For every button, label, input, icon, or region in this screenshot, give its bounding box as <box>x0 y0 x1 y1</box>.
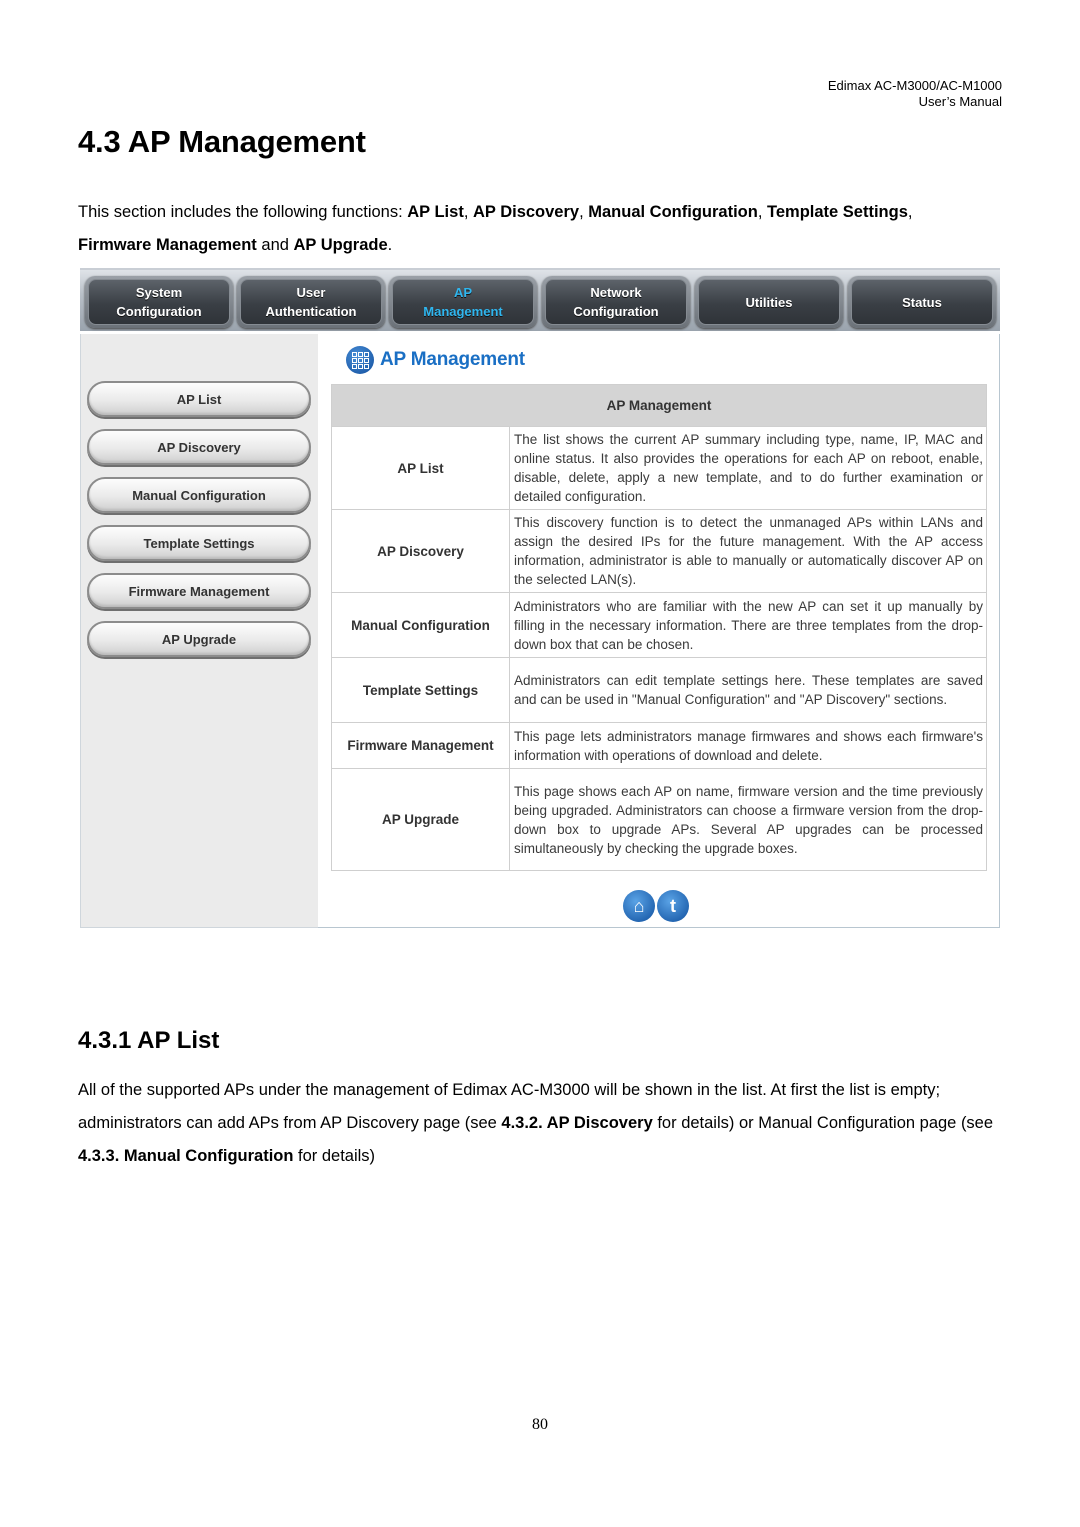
nav-network-configuration[interactable]: Network Configuration <box>542 276 690 328</box>
table-row: Template Settings Administrators can edit… <box>331 657 987 723</box>
table-row: Firmware Management This page lets admini… <box>331 722 987 769</box>
section-title: 4.3 AP Management <box>78 124 366 159</box>
subsection-paragraph: All of the supported APs under the manag… <box>78 1081 994 1165</box>
page-number: 80 <box>532 1416 548 1433</box>
grid-icon <box>346 346 374 374</box>
row-name: Manual Configuration <box>331 592 510 658</box>
row-desc: This page lets administrators manage fir… <box>509 722 987 769</box>
row-name: Firmware Management <box>331 722 510 769</box>
nav-system-configuration[interactable]: System Configuration <box>85 276 233 328</box>
home-icon[interactable]: ⌂ <box>623 890 655 922</box>
table-row: AP List The list shows the current AP sum… <box>331 426 987 510</box>
table-row: Manual Configuration Administrators who a… <box>331 592 987 658</box>
running-header: Edimax AC-M3000/AC-M1000 User’s Manual <box>828 78 1002 110</box>
row-name: AP List <box>331 426 510 510</box>
back-to-top-icon[interactable]: t <box>657 890 689 922</box>
row-desc: This discovery function is to detect the… <box>509 509 987 593</box>
nav-ap-management[interactable]: AP Management <box>389 276 537 328</box>
fn-ap-discovery: AP Discovery <box>472 203 580 221</box>
sidebar-item-ap-list[interactable]: AP List <box>87 381 311 417</box>
table-header: AP Management <box>331 384 987 427</box>
row-name: AP Upgrade <box>331 768 510 871</box>
ref-manual-configuration: 4.3.3. Manual Configuration <box>78 1147 294 1165</box>
sidebar-item-firmware-management[interactable]: Firmware Management <box>87 573 311 609</box>
sidebar-item-manual-configuration[interactable]: Manual Configuration <box>87 477 311 513</box>
section-intro: This section includes the following func… <box>78 203 913 254</box>
row-desc: The list shows the current AP summary in… <box>509 426 987 510</box>
pane-title: AP Management <box>346 346 525 374</box>
ap-management-screenshot: System Configuration User Authentication A… <box>80 268 1000 928</box>
fn-ap-upgrade: AP Upgrade <box>293 236 388 254</box>
sidebar-item-ap-upgrade[interactable]: AP Upgrade <box>87 621 311 657</box>
nav-status[interactable]: Status <box>848 276 996 328</box>
row-name: Template Settings <box>331 657 510 723</box>
row-desc: Administrators who are familiar with the… <box>509 592 987 658</box>
fn-manual-configuration: Manual Configuration <box>588 203 758 221</box>
header-product: Edimax AC-M3000/AC-M1000 <box>827 78 1002 93</box>
fn-ap-list: AP List <box>407 203 464 221</box>
row-desc: This page shows each AP on name, firmwar… <box>509 768 987 871</box>
sidebar: AP List AP Discovery Manual Configuratio… <box>80 334 318 928</box>
page-nav-icons: ⌂ t <box>623 890 689 922</box>
top-navigation: System Configuration User Authentication A… <box>80 268 1000 331</box>
row-name: AP Discovery <box>331 509 510 593</box>
subsection-title: 4.3.1 AP List <box>78 1027 220 1054</box>
row-desc: Administrators can edit template setting… <box>509 657 987 723</box>
sidebar-item-template-settings[interactable]: Template Settings <box>87 525 311 561</box>
content-pane: AP Management AP Management AP List The l… <box>318 334 1000 928</box>
fn-template-settings: Template Settings <box>767 203 908 221</box>
nav-utilities[interactable]: Utilities <box>695 276 843 328</box>
ap-management-table: AP Management AP List The list shows the … <box>331 384 987 871</box>
sidebar-item-ap-discovery[interactable]: AP Discovery <box>87 429 311 465</box>
header-manual: User’s Manual <box>918 94 1002 109</box>
fn-firmware-management: Firmware Management <box>78 236 257 254</box>
table-row: AP Upgrade This page shows each AP on nam… <box>331 768 987 871</box>
pane-title-text: AP Management <box>380 349 525 370</box>
ref-ap-discovery: 4.3.2. AP Discovery <box>501 1114 653 1132</box>
nav-user-authentication[interactable]: User Authentication <box>237 276 385 328</box>
table-row: AP Discovery This discovery function is t… <box>331 509 987 593</box>
